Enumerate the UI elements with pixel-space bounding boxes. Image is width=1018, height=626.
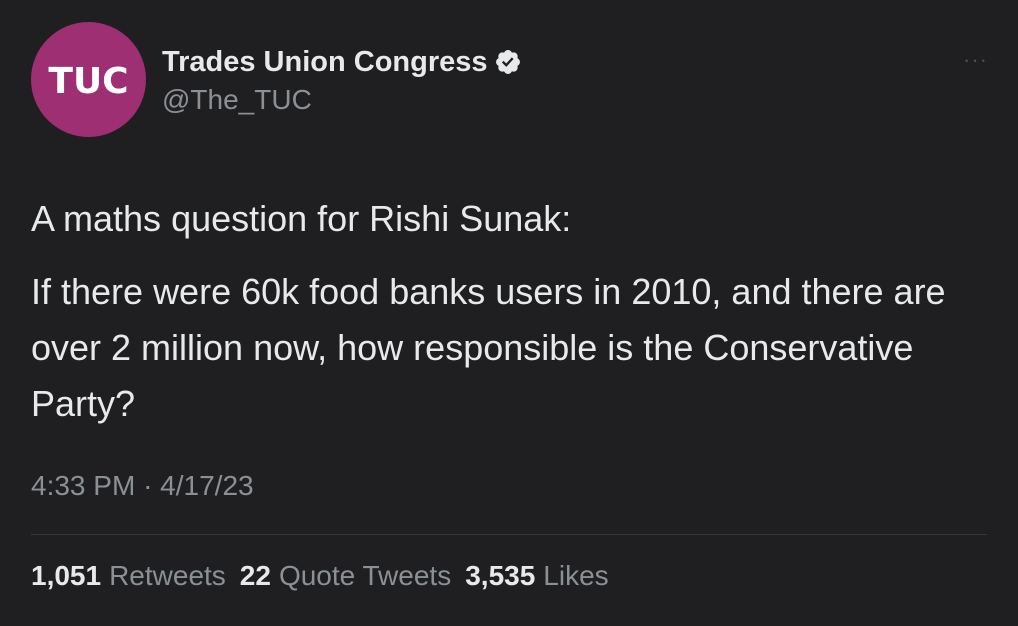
- timestamp-separator: ·: [143, 470, 153, 501]
- retweets-stat[interactable]: 1,051 Retweets: [31, 560, 226, 592]
- avatar-logo-text: TUC: [48, 61, 129, 102]
- tweet-card: TUC Trades Union Congress @The_TUC ··· A…: [0, 0, 1018, 626]
- engagement-stats: 1,051 Retweets 22 Quote Tweets 3,535 Likes: [31, 560, 609, 592]
- verified-badge-icon: [494, 48, 522, 76]
- tweet-text-line1: A maths question for Rishi Sunak:: [31, 198, 572, 239]
- retweets-count: 1,051: [31, 560, 102, 591]
- author-display-name[interactable]: Trades Union Congress: [162, 46, 488, 79]
- likes-count: 3,535: [465, 560, 536, 591]
- quote-tweets-stat[interactable]: 22 Quote Tweets: [240, 560, 451, 592]
- avatar[interactable]: TUC: [31, 22, 146, 137]
- quote-tweets-count: 22: [239, 560, 271, 591]
- quote-tweets-label: Quote Tweets: [278, 560, 452, 591]
- tweet-timestamp[interactable]: 4:33 PM · 4/17/23: [31, 470, 254, 502]
- tweet-date: 4/17/23: [160, 470, 254, 501]
- more-options-icon[interactable]: ···: [963, 49, 988, 71]
- divider: [31, 534, 987, 535]
- likes-label: Likes: [543, 560, 609, 591]
- tweet-time: 4:33 PM: [31, 470, 136, 501]
- likes-stat[interactable]: 3,535 Likes: [465, 560, 608, 592]
- author-handle[interactable]: @The_TUC: [162, 84, 312, 116]
- author-name-row: Trades Union Congress: [162, 44, 522, 80]
- tweet-text: A maths question for Rishi Sunak: If the…: [31, 191, 991, 432]
- tweet-text-line2: If there were 60k food banks users in 20…: [31, 271, 946, 424]
- retweets-label: Retweets: [109, 560, 226, 591]
